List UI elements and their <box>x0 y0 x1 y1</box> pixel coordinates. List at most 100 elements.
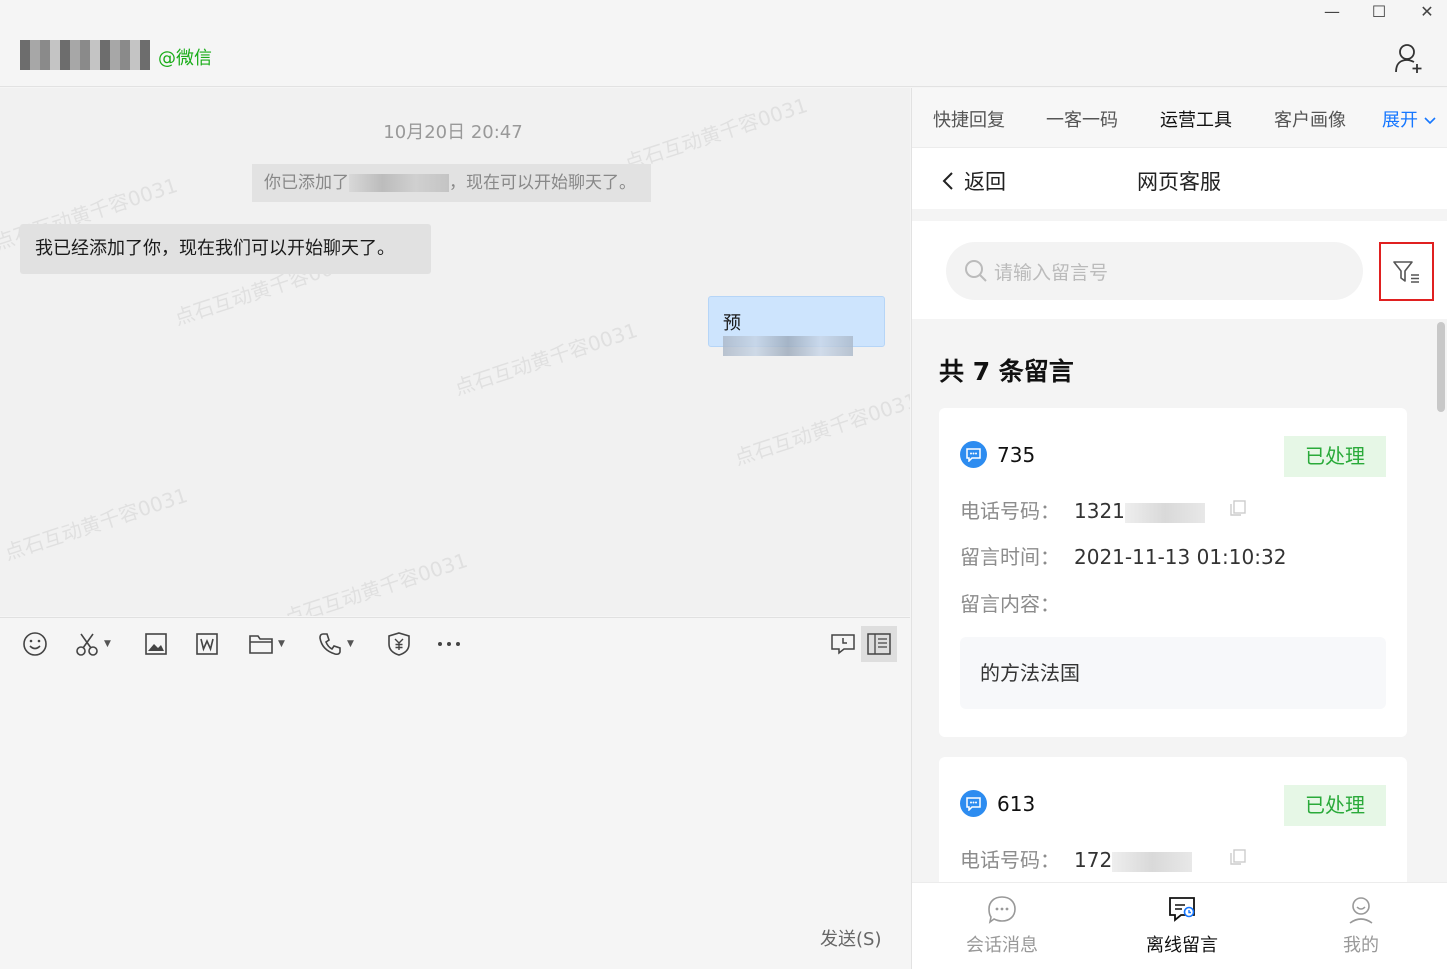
message-bubble-sent[interactable]: 预 <box>708 296 885 356</box>
side-panel: 快捷回复 一客一码 运营工具 客户画像 展开 返回 网页客服 请输入留言号 共 … <box>911 88 1447 969</box>
message-id-row: 735 <box>960 441 1035 468</box>
scrollbar[interactable] <box>1437 322 1445 412</box>
message-input[interactable] <box>0 670 910 968</box>
word-document-icon <box>196 633 218 655</box>
message-timestamp: 10月20日 20:47 <box>383 122 523 143</box>
content-label: 留言内容： <box>960 592 1060 616</box>
document-button[interactable] <box>195 630 219 658</box>
phone-field: 电话号码： 1321 <box>960 495 1205 524</box>
copy-icon[interactable] <box>1229 848 1247 866</box>
expand-tabs-button[interactable]: 展开 <box>1382 106 1436 132</box>
expand-label: 展开 <box>1382 110 1418 131</box>
sidebar-panel-icon <box>867 633 891 655</box>
status-badge: 已处理 <box>1284 436 1386 477</box>
nav-profile[interactable]: 我的 <box>1343 895 1379 957</box>
sidebar-toggle-button[interactable] <box>861 626 897 662</box>
message-card[interactable]: 613 已处理 电话号码： 172 <box>939 757 1407 882</box>
divider <box>912 209 1447 221</box>
blurred-name <box>349 174 449 192</box>
chevron-left-icon <box>942 172 953 190</box>
phone-label: 电话号码： <box>960 499 1060 523</box>
blurred-text <box>723 336 853 356</box>
add-member-icon[interactable] <box>1393 42 1425 74</box>
panel-subheader: 返回 网页客服 <box>912 149 1447 209</box>
bottom-nav: 会话消息 离线留言 我的 <box>912 882 1447 969</box>
tab-operation-tools[interactable]: 运营工具 <box>1160 106 1232 132</box>
chevron-down-icon: ▼ <box>104 639 111 649</box>
contact-name-blurred <box>20 40 150 70</box>
image-button[interactable] <box>144 630 168 658</box>
blurred-phone <box>1124 502 1205 523</box>
emoji-button[interactable] <box>22 630 48 658</box>
time-value: 2021-11-13 01:10:32 <box>1074 545 1287 569</box>
image-icon <box>145 633 167 655</box>
chevron-down-icon: ▼ <box>278 639 285 649</box>
time-label: 留言时间： <box>960 545 1060 569</box>
chat-bubble-icon <box>988 896 1016 924</box>
file-button[interactable]: ▼ <box>248 630 285 658</box>
phone-icon <box>319 633 341 656</box>
history-icon <box>831 634 855 655</box>
phone-value: 1321 <box>1074 499 1125 523</box>
search-row: 请输入留言号 <box>912 221 1447 319</box>
nav-offline-messages[interactable]: 离线留言 <box>1146 895 1218 957</box>
profile-icon <box>1349 897 1373 924</box>
time-field: 留言时间： 2021-11-13 01:10:32 <box>960 541 1286 570</box>
minimize-button[interactable]: — <box>1320 2 1344 22</box>
filter-button[interactable] <box>1379 242 1434 301</box>
screenshot-button[interactable]: ▼ <box>74 630 111 658</box>
tab-one-customer-one-code[interactable]: 一客一码 <box>1046 106 1118 132</box>
copy-icon[interactable] <box>1229 499 1247 517</box>
message-id: 735 <box>997 442 1036 467</box>
message-card[interactable]: 735 已处理 电话号码： 1321 留言时间： 2021-11-13 01:10:… <box>939 408 1407 737</box>
chevron-down-icon <box>1424 117 1436 125</box>
watermark: 点石互动黄千容0031 <box>1 483 191 565</box>
message-count: 共 7 条留言 <box>939 357 1074 386</box>
contact-source-label: @微信 <box>158 48 212 69</box>
blurred-phone <box>1112 851 1193 872</box>
watermark: 点石互动黄千容0031 <box>731 388 910 470</box>
chat-header: @微信 — ☐ ✕ <box>0 0 1447 87</box>
filter-icon <box>1392 260 1419 283</box>
offline-message-icon <box>1169 897 1195 922</box>
folder-icon <box>249 635 273 654</box>
message-list[interactable]: 共 7 条留言 735 已处理 电话号码： 1321 留言时间： 2021-11-1… <box>912 319 1447 882</box>
chevron-down-icon: ▼ <box>347 639 354 649</box>
phone-label: 电话号码： <box>960 848 1060 872</box>
back-button[interactable]: 返回 <box>942 166 1006 196</box>
scissors-icon <box>76 633 98 656</box>
close-button[interactable]: ✕ <box>1415 2 1439 22</box>
chat-message-area[interactable]: 点石互动黄千容0031 点石互动黄千容0031 点石互动黄千容0031 点石互动… <box>0 88 910 616</box>
nav-chat-messages[interactable]: 会话消息 <box>966 895 1038 957</box>
chat-history-button[interactable] <box>830 630 856 658</box>
system-message-prefix: 你已添加了 <box>264 173 349 193</box>
tab-customer-profile[interactable]: 客户画像 <box>1274 106 1346 132</box>
nav-label: 离线留言 <box>1146 935 1218 956</box>
search-icon <box>965 260 987 282</box>
phone-field: 电话号码： 172 <box>960 844 1193 873</box>
send-button[interactable]: 发送(S) <box>820 925 881 951</box>
message-bubble-received[interactable]: 我已经添加了你，现在我们可以开始聊天了。 <box>20 224 431 274</box>
call-button[interactable]: ▼ <box>317 630 354 658</box>
more-icon <box>438 642 460 646</box>
message-content: 的方法法国 <box>960 637 1386 709</box>
message-id: 613 <box>997 791 1036 816</box>
watermark: 点石互动黄千容0031 <box>281 548 471 616</box>
maximize-button[interactable]: ☐ <box>1367 2 1391 22</box>
transfer-button[interactable] <box>387 630 411 658</box>
panel-tabs: 快捷回复 一客一码 运营工具 客户画像 展开 <box>912 88 1447 148</box>
phone-value: 172 <box>1074 848 1113 872</box>
search-input[interactable]: 请输入留言号 <box>946 242 1363 300</box>
page-title: 网页客服 <box>1137 170 1221 194</box>
system-message-suffix: ，现在可以开始聊天了。 <box>449 173 636 193</box>
nav-label: 会话消息 <box>966 935 1038 956</box>
status-badge: 已处理 <box>1284 785 1386 826</box>
nav-label: 我的 <box>1343 935 1379 956</box>
content-field: 留言内容： <box>960 588 1060 617</box>
emoji-icon <box>23 632 47 656</box>
tab-quick-reply[interactable]: 快捷回复 <box>933 106 1005 132</box>
more-button[interactable] <box>436 630 462 658</box>
money-shield-icon <box>388 632 410 656</box>
system-message: 你已添加了 ，现在可以开始聊天了。 <box>252 164 651 202</box>
watermark: 点石互动黄千容0031 <box>451 318 641 400</box>
